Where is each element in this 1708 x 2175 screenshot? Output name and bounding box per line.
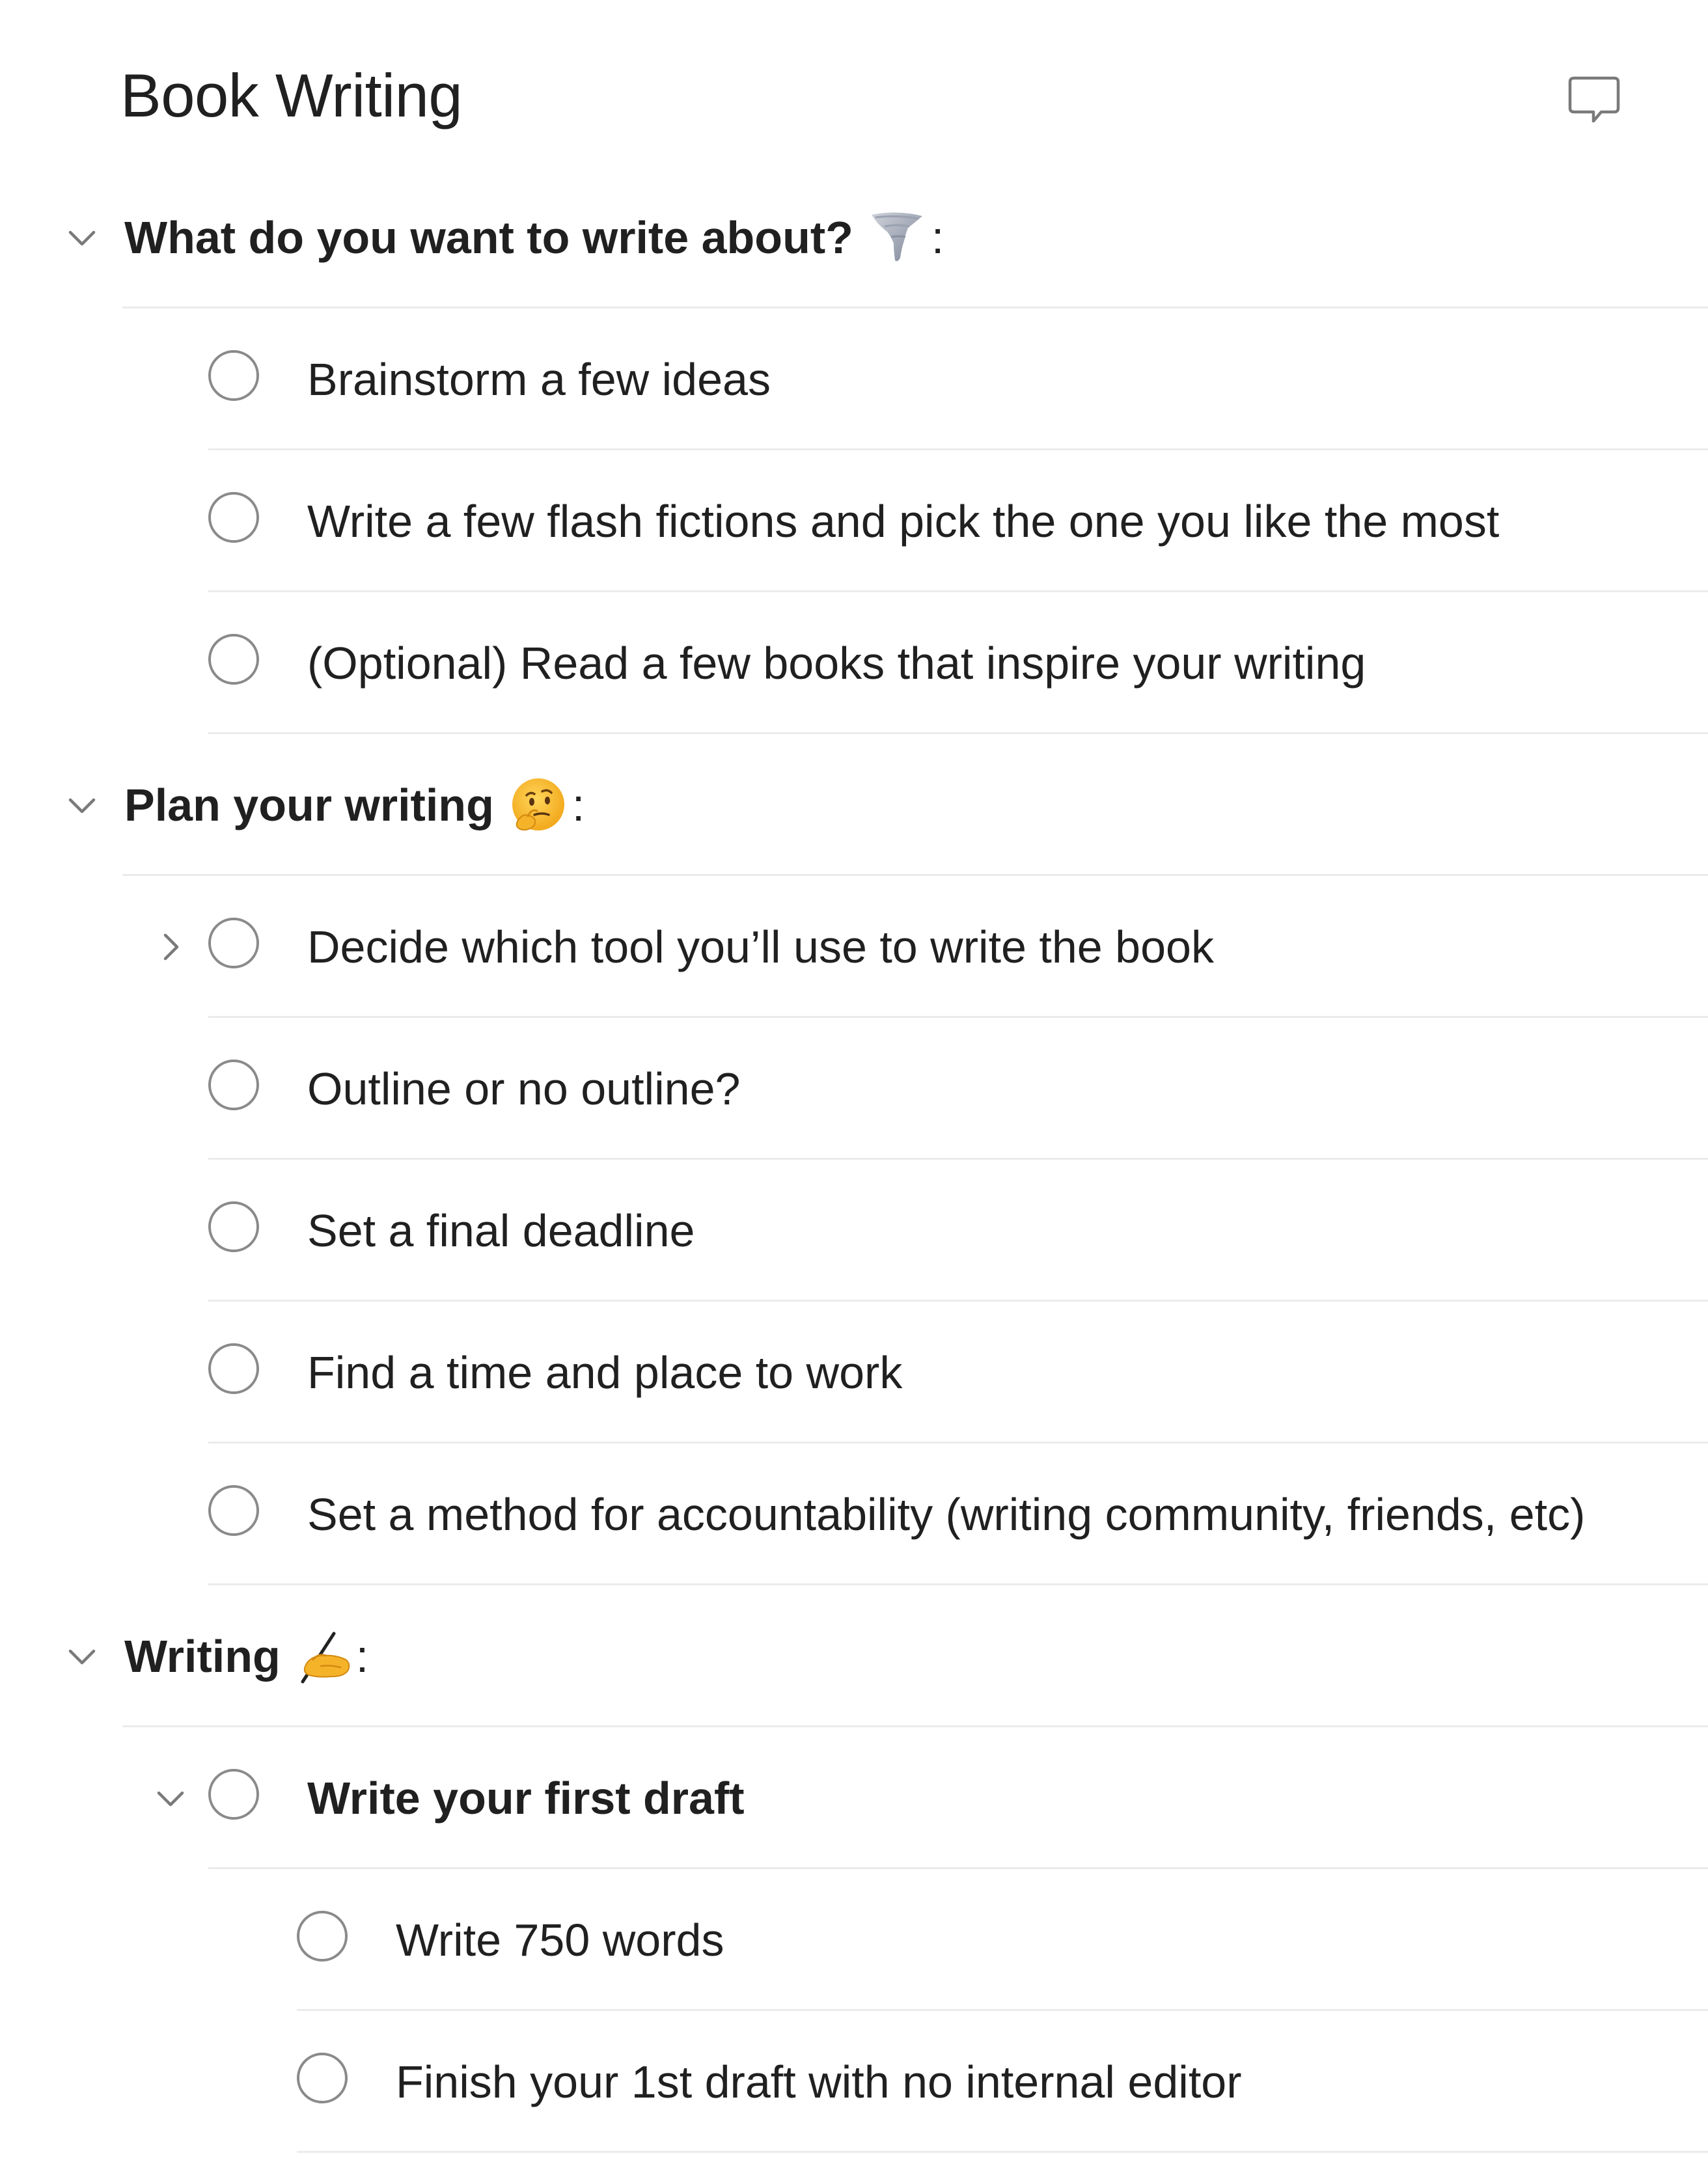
task-label[interactable]: Set a final deadline: [307, 1160, 695, 1302]
task-label[interactable]: Write your first draft: [307, 1727, 745, 1869]
task-row[interactable]: Outline or no outline?: [0, 1018, 1708, 1160]
task-row[interactable]: Set a final deadline: [0, 1160, 1708, 1302]
tornado-icon: [871, 212, 922, 261]
chevron-down-icon[interactable]: [62, 786, 102, 825]
chevron-down-icon[interactable]: [62, 1637, 102, 1676]
task-checkbox[interactable]: [208, 1060, 259, 1110]
section-row-what-to-write[interactable]: What do you want to write about? :: [0, 167, 1708, 308]
section-suffix: :: [572, 780, 585, 830]
subtask-label[interactable]: Finish your 1st draft with no internal e…: [396, 2011, 1242, 2153]
task-row[interactable]: Write a few flash fictions and pick the …: [0, 450, 1708, 592]
divider: [297, 2151, 1708, 2153]
task-checkbox[interactable]: [208, 634, 259, 685]
chevron-down-icon[interactable]: [151, 1779, 190, 1818]
task-checkbox[interactable]: [208, 350, 259, 401]
task-label[interactable]: Set a method for accountability (writing…: [307, 1443, 1585, 1585]
task-label[interactable]: Write a few flash fictions and pick the …: [307, 450, 1499, 592]
comment-button[interactable]: [1565, 72, 1623, 128]
section-title: Writing: [124, 1631, 281, 1682]
task-checkbox[interactable]: [208, 1769, 259, 1820]
task-row[interactable]: Write your first draft: [0, 1727, 1708, 1869]
writing-hand-icon: [301, 1632, 350, 1684]
task-row[interactable]: Find a time and place to work: [0, 1302, 1708, 1443]
subtask-label[interactable]: Write 750 words: [396, 1869, 724, 2011]
comment-icon: [1568, 76, 1620, 123]
section-row-plan-writing[interactable]: Plan your writing :: [0, 734, 1708, 876]
section-title: What do you want to write about?: [124, 212, 853, 263]
task-checkbox[interactable]: [208, 918, 259, 968]
task-checkbox[interactable]: [208, 492, 259, 543]
task-checkbox[interactable]: [208, 1201, 259, 1252]
task-label[interactable]: (Optional) Read a few books that inspire…: [307, 592, 1366, 734]
task-label[interactable]: Outline or no outline?: [307, 1018, 740, 1160]
subtask-checkbox[interactable]: [297, 1911, 348, 1962]
section-title: Plan your writing: [124, 780, 494, 830]
task-row[interactable]: (Optional) Read a few books that inspire…: [0, 592, 1708, 734]
task-label[interactable]: Decide which tool you’ll use to write th…: [307, 876, 1214, 1018]
section-suffix: :: [931, 212, 944, 263]
task-label[interactable]: Find a time and place to work: [307, 1302, 902, 1443]
task-row[interactable]: Set a method for accountability (writing…: [0, 1443, 1708, 1585]
task-label[interactable]: Brainstorm a few ideas: [307, 308, 771, 450]
subtask-checkbox[interactable]: [297, 2053, 348, 2103]
subtask-row[interactable]: Finish your 1st draft with no internal e…: [0, 2011, 1708, 2153]
task-checkbox[interactable]: [208, 1485, 259, 1536]
task-checkbox[interactable]: [208, 1343, 259, 1394]
chevron-right-icon[interactable]: [151, 927, 190, 966]
task-row[interactable]: Decide which tool you’ll use to write th…: [0, 876, 1708, 1018]
thinking-face-icon: [512, 778, 564, 830]
section-suffix: :: [355, 1631, 369, 1682]
subtask-row[interactable]: Write 750 words: [0, 1869, 1708, 2011]
page-title: Book Writing: [120, 61, 463, 130]
section-row-writing[interactable]: Writing :: [0, 1585, 1708, 1727]
chevron-down-icon[interactable]: [62, 218, 102, 257]
task-row[interactable]: Brainstorm a few ideas: [0, 308, 1708, 450]
